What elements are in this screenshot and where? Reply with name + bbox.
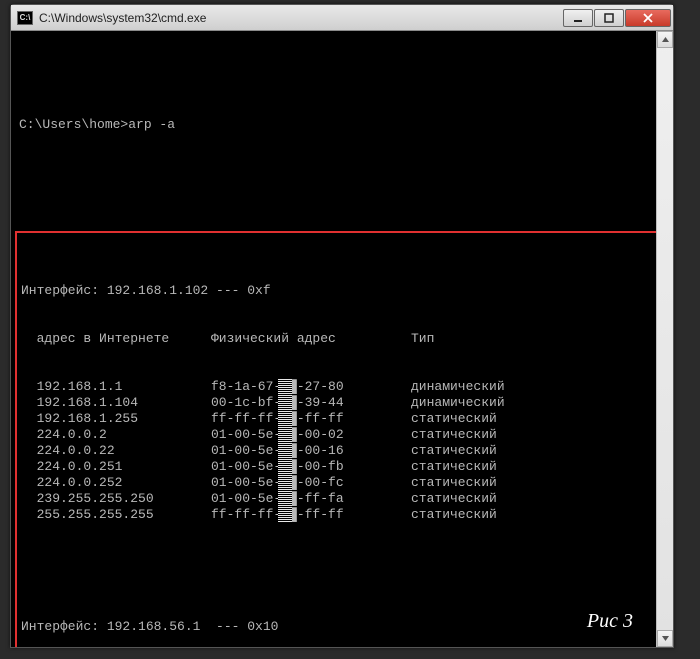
arp-ip: 224.0.0.22: [21, 443, 211, 459]
arp-ip: 192.168.1.255: [21, 411, 211, 427]
arp-ip: 239.255.255.250: [21, 491, 211, 507]
arp-ip: 224.0.0.251: [21, 459, 211, 475]
arp-ip: 224.0.0.252: [21, 475, 211, 491]
minimize-button[interactable]: [563, 9, 593, 27]
arp-row: 224.0.0.2201-00-5e-██-00-16статический: [21, 443, 655, 459]
arp-mac: 01-00-5e-██-00-02: [211, 427, 411, 443]
redacted-smudge: [278, 443, 292, 459]
arp-mac: 01-00-5e-██-00-fc: [211, 475, 411, 491]
interface-header: Интерфейс: 192.168.1.102 --- 0xf: [21, 283, 655, 299]
col-mac-header: Физический адрес: [211, 331, 411, 347]
arp-mac: ff-ff-ff-██-ff-ff: [211, 507, 411, 523]
maximize-button[interactable]: [594, 9, 624, 27]
arp-type: статический: [411, 491, 497, 507]
arp-type: динамический: [411, 395, 505, 411]
arp-row: 255.255.255.255ff-ff-ff-██-ff-ffстатичес…: [21, 507, 655, 523]
arp-ip: 192.168.1.1: [21, 379, 211, 395]
arp-ip: 192.168.1.104: [21, 395, 211, 411]
arp-mac: 01-00-5e-██-00-16: [211, 443, 411, 459]
arp-type: статический: [411, 459, 497, 475]
redacted-smudge: [278, 427, 292, 443]
arp-mac: 01-00-5e-██-00-fb: [211, 459, 411, 475]
arp-row: 224.0.0.25101-00-5e-██-00-fbстатический: [21, 459, 655, 475]
arp-row: 224.0.0.25201-00-5e-██-00-fcстатический: [21, 475, 655, 491]
arp-ip: 255.255.255.255: [21, 507, 211, 523]
redacted-smudge: [278, 411, 292, 427]
col-type-header: Тип: [411, 331, 434, 347]
redacted-smudge: [278, 459, 292, 475]
highlight-box: Интерфейс: 192.168.1.102 --- 0xf адрес в…: [15, 231, 661, 647]
redacted-smudge: [278, 395, 292, 411]
close-button[interactable]: [625, 9, 671, 27]
arp-type: динамический: [411, 379, 505, 395]
arp-type: статический: [411, 411, 497, 427]
arp-row: 192.168.1.255ff-ff-ff-██-ff-ffстатически…: [21, 411, 655, 427]
arp-type: статический: [411, 427, 497, 443]
arp-mac: f8-1a-67-██-27-80: [211, 379, 411, 395]
prompt-line: C:\Users\home>arp -a: [19, 117, 673, 133]
redacted-smudge: [278, 507, 292, 523]
arp-row: 239.255.255.25001-00-5e-██-ff-faстатичес…: [21, 491, 655, 507]
arp-row: 192.168.1.1f8-1a-67-██-27-80динамический: [21, 379, 655, 395]
redacted-smudge: [278, 379, 292, 395]
figure-caption: Рис 3: [587, 610, 633, 633]
window-title: C:\Windows\system32\cmd.exe: [39, 11, 562, 25]
scroll-down-button[interactable]: [657, 630, 673, 647]
redacted-smudge: [278, 475, 292, 491]
scroll-up-button[interactable]: [657, 31, 673, 48]
arp-row: 224.0.0.201-00-5e-██-00-02статический: [21, 427, 655, 443]
arp-row: 192.168.1.10400-1c-bf-██-39-44динамическ…: [21, 395, 655, 411]
interface-header: Интерфейс: 192.168.56.1 --- 0x10: [21, 619, 655, 635]
arp-type: статический: [411, 475, 497, 491]
scrollbar[interactable]: [656, 31, 673, 647]
arp-ip: 224.0.0.2: [21, 427, 211, 443]
arp-type: статический: [411, 507, 497, 523]
arp-mac: 01-00-5e-██-ff-fa: [211, 491, 411, 507]
cmd-window: C:\ C:\Windows\system32\cmd.exe C:\Users…: [10, 4, 674, 648]
titlebar[interactable]: C:\ C:\Windows\system32\cmd.exe: [11, 5, 673, 31]
table-header: адрес в Интернете Физический адрес Тип: [21, 331, 655, 347]
col-ip-header: адрес в Интернете: [21, 331, 211, 347]
redacted-smudge: [278, 491, 292, 507]
arp-mac: 00-1c-bf-██-39-44: [211, 395, 411, 411]
terminal-output[interactable]: C:\Users\home>arp -a Интерфейс: 192.168.…: [11, 31, 673, 647]
arp-type: статический: [411, 443, 497, 459]
arp-mac: ff-ff-ff-██-ff-ff: [211, 411, 411, 427]
cmd-icon: C:\: [17, 11, 33, 25]
